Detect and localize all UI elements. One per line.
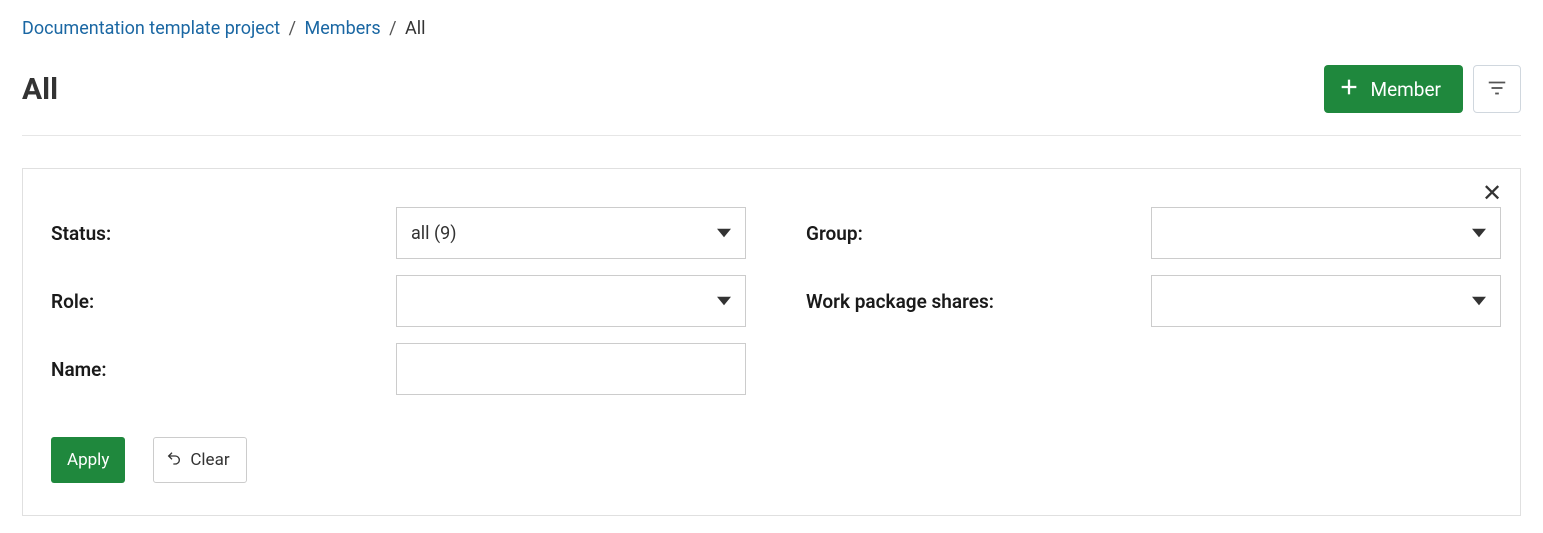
chevron-down-icon [1472,294,1486,308]
chevron-down-icon [1472,226,1486,240]
page-header: All Member [22,65,1521,136]
status-select[interactable]: all (9) [396,207,746,259]
group-select[interactable] [1151,207,1501,259]
filter-panel: ✕ Status: all (9) Group: Role: Work pack… [22,168,1521,516]
undo-icon [166,450,182,471]
breadcrumb-sep: / [389,18,396,39]
name-input[interactable] [411,359,731,380]
close-icon: ✕ [1482,180,1502,207]
clear-button[interactable]: Clear [153,437,246,483]
add-member-button[interactable]: Member [1324,65,1463,113]
plus-icon [1338,76,1360,103]
breadcrumb-project[interactable]: Documentation template project [22,18,280,39]
filter-icon [1486,77,1508,102]
add-member-label: Member [1370,78,1441,101]
role-label: Role: [51,290,396,313]
wps-select[interactable] [1151,275,1501,327]
name-label: Name: [51,358,396,381]
breadcrumb-current: All [405,18,426,39]
chevron-down-icon [717,294,731,308]
wps-label: Work package shares: [806,290,1151,313]
breadcrumb-sep: / [289,18,296,39]
filter-actions: Apply Clear [51,437,1492,483]
page-title: All [22,72,58,107]
role-select[interactable] [396,275,746,327]
breadcrumb: Documentation template project / Members… [22,0,1521,39]
chevron-down-icon [717,226,731,240]
breadcrumb-members[interactable]: Members [305,18,381,39]
close-filter-button[interactable]: ✕ [1478,179,1506,207]
name-input-wrap [396,343,746,395]
group-label: Group: [806,222,1151,245]
status-label: Status: [51,222,396,245]
header-actions: Member [1324,65,1521,113]
status-value: all (9) [411,223,731,244]
clear-label: Clear [190,450,229,470]
filter-grid: Status: all (9) Group: Role: Work packag… [51,207,1492,395]
filter-toggle-button[interactable] [1473,65,1521,113]
apply-button[interactable]: Apply [51,437,125,483]
